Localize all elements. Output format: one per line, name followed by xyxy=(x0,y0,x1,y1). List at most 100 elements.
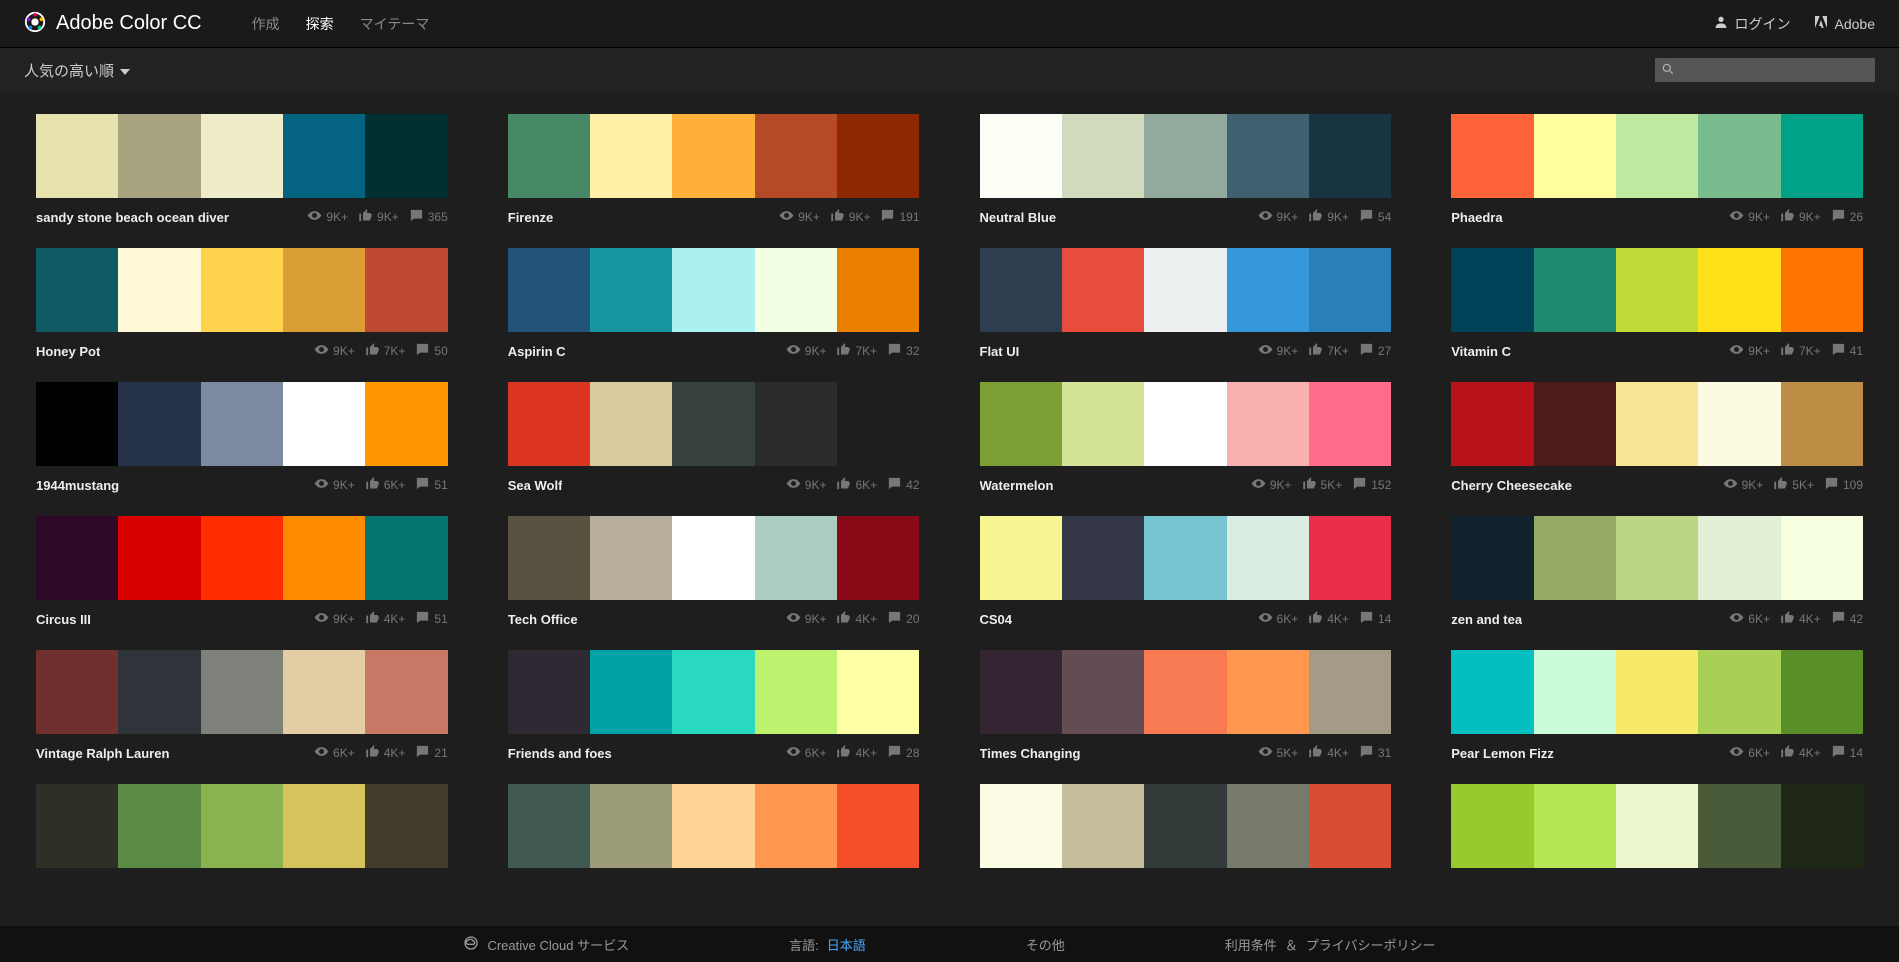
color-swatch[interactable] xyxy=(1062,114,1144,198)
comments-stat[interactable]: 14 xyxy=(1831,744,1863,762)
likes-stat[interactable]: 7K+ xyxy=(1780,342,1821,360)
footer-terms[interactable]: 利用条件 xyxy=(1225,935,1277,954)
color-swatch[interactable] xyxy=(980,382,1062,466)
likes-stat[interactable]: 6K+ xyxy=(836,476,877,494)
color-swatch[interactable] xyxy=(1781,114,1863,198)
theme-card[interactable] xyxy=(980,784,1392,868)
comments-stat[interactable]: 365 xyxy=(409,208,448,226)
color-swatch[interactable] xyxy=(1062,382,1144,466)
color-swatch[interactable] xyxy=(1534,784,1616,868)
color-swatch[interactable] xyxy=(755,650,837,734)
color-swatch[interactable] xyxy=(590,248,672,332)
color-swatch[interactable] xyxy=(837,382,919,466)
color-swatch[interactable] xyxy=(590,382,672,466)
color-swatch[interactable] xyxy=(1698,516,1780,600)
color-swatch[interactable] xyxy=(508,382,590,466)
color-swatch[interactable] xyxy=(508,114,590,198)
color-swatch[interactable] xyxy=(118,382,200,466)
color-swatch[interactable] xyxy=(837,516,919,600)
theme-card[interactable]: Sea Wolf9K+6K+42 xyxy=(508,382,920,494)
color-swatch[interactable] xyxy=(1781,784,1863,868)
color-swatch[interactable] xyxy=(1534,650,1616,734)
color-swatch[interactable] xyxy=(1144,382,1226,466)
color-swatch[interactable] xyxy=(590,114,672,198)
comments-stat[interactable]: 20 xyxy=(887,610,919,628)
color-swatch[interactable] xyxy=(1781,516,1863,600)
color-swatch[interactable] xyxy=(1451,784,1533,868)
color-swatch[interactable] xyxy=(1309,650,1391,734)
color-swatch[interactable] xyxy=(508,650,590,734)
color-swatch[interactable] xyxy=(201,650,283,734)
color-swatch[interactable] xyxy=(590,516,672,600)
logo[interactable]: Adobe Color CC xyxy=(24,11,202,36)
color-swatch[interactable] xyxy=(1534,114,1616,198)
color-swatch[interactable] xyxy=(283,516,365,600)
theme-card[interactable]: Vintage Ralph Lauren6K+4K+21 xyxy=(36,650,448,762)
color-swatch[interactable] xyxy=(36,248,118,332)
color-swatch[interactable] xyxy=(36,650,118,734)
color-swatch[interactable] xyxy=(1698,382,1780,466)
color-swatch[interactable] xyxy=(1227,248,1309,332)
color-swatch[interactable] xyxy=(755,784,837,868)
color-swatch[interactable] xyxy=(1616,248,1698,332)
color-swatch[interactable] xyxy=(1062,248,1144,332)
color-swatch[interactable] xyxy=(508,516,590,600)
color-swatch[interactable] xyxy=(980,650,1062,734)
color-swatch[interactable] xyxy=(1227,114,1309,198)
sort-dropdown[interactable]: 人気の高い順 xyxy=(24,60,130,81)
color-swatch[interactable] xyxy=(365,382,447,466)
theme-card[interactable]: Cherry Cheesecake9K+5K+109 xyxy=(1451,382,1863,494)
color-swatch[interactable] xyxy=(508,784,590,868)
color-swatch[interactable] xyxy=(1781,382,1863,466)
color-swatch[interactable] xyxy=(1062,784,1144,868)
color-swatch[interactable] xyxy=(1309,248,1391,332)
likes-stat[interactable]: 4K+ xyxy=(365,744,406,762)
footer-cc[interactable]: Creative Cloud サービス xyxy=(463,935,629,954)
login-link[interactable]: ログイン xyxy=(1713,14,1791,34)
color-swatch[interactable] xyxy=(1227,382,1309,466)
likes-stat[interactable]: 7K+ xyxy=(365,342,406,360)
color-swatch[interactable] xyxy=(365,784,447,868)
likes-stat[interactable]: 4K+ xyxy=(836,610,877,628)
color-swatch[interactable] xyxy=(283,114,365,198)
likes-stat[interactable]: 5K+ xyxy=(1302,476,1343,494)
comments-stat[interactable]: 51 xyxy=(415,476,447,494)
likes-stat[interactable]: 4K+ xyxy=(836,744,877,762)
color-swatch[interactable] xyxy=(1451,382,1533,466)
likes-stat[interactable]: 7K+ xyxy=(836,342,877,360)
color-swatch[interactable] xyxy=(590,650,672,734)
color-swatch[interactable] xyxy=(755,248,837,332)
color-swatch[interactable] xyxy=(755,382,837,466)
comments-stat[interactable]: 41 xyxy=(1831,342,1863,360)
color-swatch[interactable] xyxy=(201,248,283,332)
theme-card[interactable]: CS046K+4K+14 xyxy=(980,516,1392,628)
color-swatch[interactable] xyxy=(365,114,447,198)
color-swatch[interactable] xyxy=(1227,650,1309,734)
color-swatch[interactable] xyxy=(837,114,919,198)
color-swatch[interactable] xyxy=(1616,650,1698,734)
color-swatch[interactable] xyxy=(118,248,200,332)
color-swatch[interactable] xyxy=(1781,650,1863,734)
footer-language[interactable]: 言語: 日本語 xyxy=(789,935,866,954)
theme-card[interactable]: Watermelon9K+5K+152 xyxy=(980,382,1392,494)
theme-card[interactable]: zen and tea6K+4K+42 xyxy=(1451,516,1863,628)
color-swatch[interactable] xyxy=(980,784,1062,868)
nav-explore[interactable]: 探索 xyxy=(306,14,334,34)
color-swatch[interactable] xyxy=(365,248,447,332)
color-swatch[interactable] xyxy=(36,114,118,198)
color-swatch[interactable] xyxy=(1616,516,1698,600)
color-swatch[interactable] xyxy=(1534,382,1616,466)
color-swatch[interactable] xyxy=(36,382,118,466)
color-swatch[interactable] xyxy=(1227,784,1309,868)
footer-privacy[interactable]: プライバシーポリシー xyxy=(1306,935,1436,954)
theme-card[interactable]: 1944mustang9K+6K+51 xyxy=(36,382,448,494)
comments-stat[interactable]: 32 xyxy=(887,342,919,360)
comments-stat[interactable]: 51 xyxy=(415,610,447,628)
color-swatch[interactable] xyxy=(1698,784,1780,868)
theme-card[interactable]: Neutral Blue9K+9K+54 xyxy=(980,114,1392,226)
likes-stat[interactable]: 4K+ xyxy=(1308,744,1349,762)
theme-card[interactable]: Phaedra9K+9K+26 xyxy=(1451,114,1863,226)
likes-stat[interactable]: 5K+ xyxy=(1773,476,1814,494)
color-swatch[interactable] xyxy=(755,516,837,600)
theme-card[interactable]: Friends and foes6K+4K+28 xyxy=(508,650,920,762)
